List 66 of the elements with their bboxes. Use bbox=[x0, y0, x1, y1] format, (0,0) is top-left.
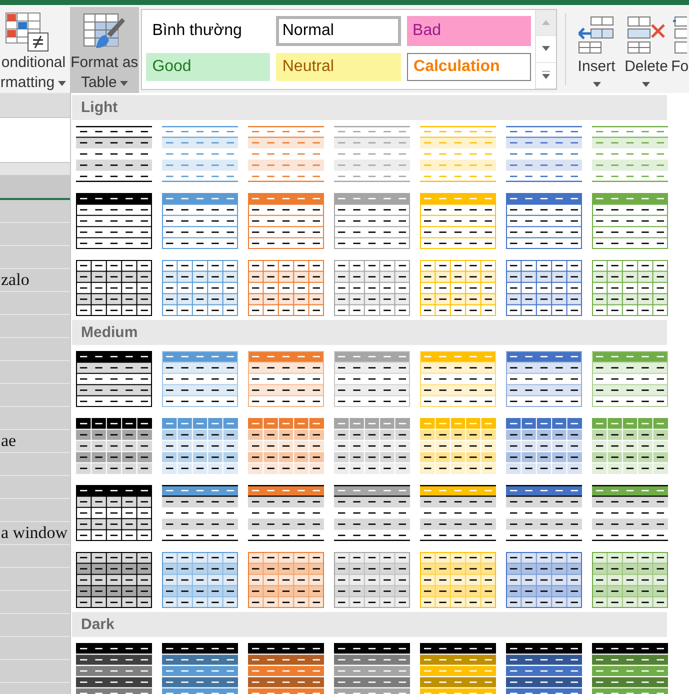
conditional-formatting-icon bbox=[4, 11, 50, 53]
table-style-thumbnail[interactable] bbox=[334, 193, 410, 249]
table-style-thumbnail[interactable] bbox=[248, 126, 324, 182]
table-style-thumbnail[interactable] bbox=[592, 126, 668, 182]
table-style-thumbnail[interactable] bbox=[334, 643, 410, 694]
table-style-thumbnail[interactable] bbox=[420, 485, 496, 541]
table-style-thumbnail[interactable] bbox=[334, 260, 410, 316]
table-style-thumbnail[interactable] bbox=[334, 418, 410, 474]
table-style-thumbnail[interactable] bbox=[162, 418, 238, 474]
table-style-thumbnail[interactable] bbox=[76, 485, 152, 541]
cell-style-item[interactable]: Good bbox=[146, 53, 270, 81]
caret-up-icon bbox=[542, 20, 550, 26]
cell-style-item[interactable]: Bad bbox=[406, 16, 531, 46]
table-style-thumbnail[interactable] bbox=[506, 552, 582, 608]
table-style-thumbnail[interactable] bbox=[592, 643, 668, 694]
table-style-thumbnail[interactable] bbox=[76, 552, 152, 608]
table-style-thumbnail[interactable] bbox=[76, 643, 152, 694]
sheet-toolbar bbox=[0, 93, 70, 117]
table-style-thumbnail[interactable] bbox=[592, 193, 668, 249]
table-style-thumbnail[interactable] bbox=[162, 552, 238, 608]
section-heading: Medium bbox=[72, 320, 667, 345]
table-style-thumbnail[interactable] bbox=[76, 351, 152, 407]
insert-button[interactable]: Insert bbox=[572, 5, 622, 93]
table-style-thumbnail[interactable] bbox=[248, 193, 324, 249]
section-heading: Dark bbox=[72, 612, 667, 637]
delete-button[interactable]: Delete bbox=[621, 5, 672, 93]
table-style-thumbnail[interactable] bbox=[334, 552, 410, 608]
conditional-formatting-button[interactable]: onditional rmatting bbox=[0, 7, 68, 93]
format-button[interactable]: Fo bbox=[671, 5, 689, 93]
table-style-thumbnail[interactable] bbox=[162, 193, 238, 249]
table-style-thumbnail[interactable] bbox=[506, 485, 582, 541]
table-style-thumbnail[interactable] bbox=[162, 126, 238, 182]
table-style-thumbnail[interactable] bbox=[592, 552, 668, 608]
table-style-thumbnail[interactable] bbox=[592, 485, 668, 541]
table-style-thumbnail[interactable] bbox=[162, 260, 238, 316]
table-style-thumbnail[interactable] bbox=[506, 351, 582, 407]
table-style-thumbnail[interactable] bbox=[162, 485, 238, 541]
table-style-thumbnail[interactable] bbox=[248, 418, 324, 474]
table-style-thumbnail[interactable] bbox=[506, 193, 582, 249]
table-style-thumbnail[interactable] bbox=[76, 260, 152, 316]
table-style-thumbnail[interactable] bbox=[420, 643, 496, 694]
table-style-thumbnail[interactable] bbox=[248, 552, 324, 608]
table-style-thumbnail[interactable] bbox=[334, 485, 410, 541]
table-style-thumbnail[interactable] bbox=[420, 126, 496, 182]
section-heading: Light bbox=[72, 95, 667, 120]
table-style-thumbnail[interactable] bbox=[76, 126, 152, 182]
table-style-thumbnail[interactable] bbox=[506, 260, 582, 316]
table-style-thumbnail[interactable] bbox=[248, 485, 324, 541]
table-style-thumbnail[interactable] bbox=[420, 418, 496, 474]
more-icon bbox=[542, 71, 550, 80]
table-style-thumbnail[interactable] bbox=[76, 418, 152, 474]
table-style-thumbnail[interactable] bbox=[506, 126, 582, 182]
cell-style-item[interactable]: Neutral bbox=[276, 53, 401, 81]
cell-style-item[interactable]: Normal bbox=[276, 16, 401, 46]
sheet-gap bbox=[0, 163, 70, 175]
table-style-thumbnail[interactable] bbox=[334, 126, 410, 182]
table-style-thumbnail[interactable] bbox=[592, 418, 668, 474]
table-style-thumbnail[interactable] bbox=[506, 418, 582, 474]
table-style-thumbnail[interactable] bbox=[162, 643, 238, 694]
table-style-thumbnail[interactable] bbox=[506, 643, 582, 694]
caret-down-icon bbox=[542, 46, 550, 52]
table-style-thumbnail[interactable] bbox=[248, 260, 324, 316]
table-style-thumbnail[interactable] bbox=[248, 643, 324, 694]
table-style-thumbnail[interactable] bbox=[76, 193, 152, 249]
table-style-thumbnail[interactable] bbox=[592, 260, 668, 316]
format-as-table-button[interactable]: Format as Table bbox=[70, 7, 140, 93]
